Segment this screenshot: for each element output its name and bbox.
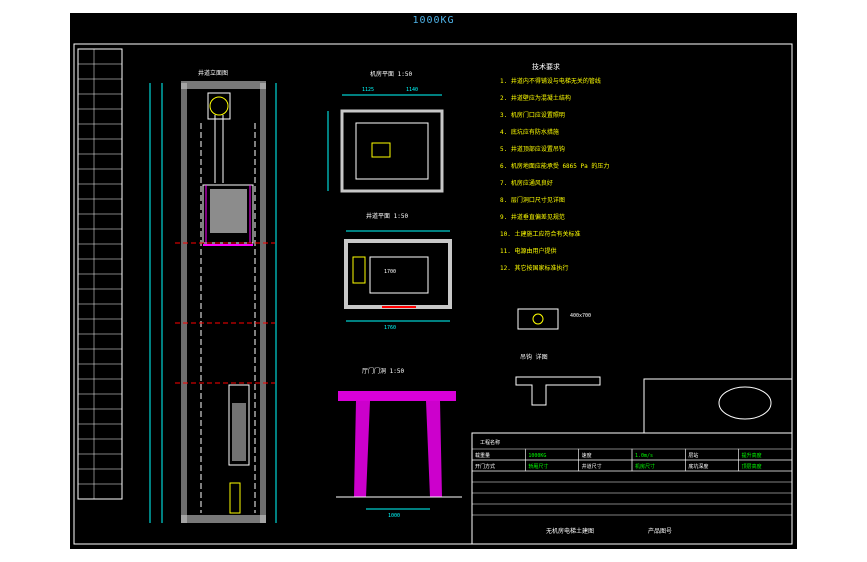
left-schedule bbox=[77, 48, 123, 500]
note-item: 6. 机房地面应能承受 6865 Pa 的压力 bbox=[500, 162, 609, 170]
shaft-left-wall bbox=[181, 83, 187, 523]
title-cell-text: 载重量 bbox=[475, 452, 490, 459]
title-cells: 载重量 1000KG 速度 1.0m/s 层站 提升高度开门方式 轿厢尺寸 井道尺寸 机房尺寸 底… bbox=[471, 448, 793, 516]
hook-profile bbox=[515, 376, 601, 406]
door-jamb-left bbox=[354, 401, 370, 497]
title-block: 工程名称 无机房电梯土建图 产品图号 载重量 1000KG 速度 1.0m/s 层站 提升… bbox=[471, 432, 793, 545]
company-box bbox=[643, 378, 793, 434]
view-label-shaft-plan: 井道平面 1:50 bbox=[366, 212, 408, 220]
view-label-door: 厅门门洞 1:50 bbox=[362, 367, 404, 375]
note-item: 1. 井道内不得铺设与电梯无关的管线 bbox=[500, 77, 601, 85]
machine-room-top bbox=[181, 81, 266, 89]
shaft-cwt bbox=[352, 256, 366, 284]
mr-machine-base bbox=[371, 142, 391, 158]
hook-label: 400x700 bbox=[570, 313, 591, 319]
title-cell-text: 井道尺寸 bbox=[582, 463, 602, 470]
shaft-wall bbox=[344, 239, 452, 309]
hook-ring bbox=[532, 313, 544, 325]
door-opening-view: 厅门门洞 1:50 1000 bbox=[336, 367, 462, 519]
dim-1760: 1760 bbox=[384, 325, 396, 331]
note-item: 9. 井道垂直偏差见规范 bbox=[500, 213, 565, 221]
car-body bbox=[210, 189, 247, 233]
note-item: 2. 井道壁应为混凝土结构 bbox=[500, 94, 571, 102]
note-item: 4. 底坑应有防水措施 bbox=[500, 128, 559, 136]
technical-notes: 技术要求 1. 井道内不得铺设与电梯无关的管线 2. 井道壁应为混凝土结构 3. 机… bbox=[500, 62, 609, 272]
dim-1700: 1700 bbox=[384, 269, 396, 275]
title-cell-text: 提升高度 bbox=[742, 452, 762, 459]
shaft-right-wall bbox=[260, 83, 266, 523]
door-lintel bbox=[338, 391, 456, 401]
title-cell-text: 开门方式 bbox=[475, 463, 495, 470]
title-cell-text: 1000KG bbox=[528, 453, 546, 459]
door-jamb-right bbox=[426, 401, 442, 497]
hook-beam bbox=[517, 308, 559, 330]
hook-detail: 400x700 吊钩 详图 bbox=[515, 308, 601, 406]
view-label-section: 井道立面图 bbox=[198, 69, 228, 77]
title-cell-text: 速度 bbox=[582, 452, 592, 459]
dim-1140: 1140 bbox=[406, 87, 418, 93]
buffer bbox=[229, 482, 241, 514]
shaft-plan: 井道平面 1:50 1760 1700 bbox=[344, 212, 452, 331]
dim-1000: 1000 bbox=[388, 513, 400, 519]
company-logo bbox=[718, 386, 772, 420]
note-item: 11. 电源由用户提供 bbox=[500, 247, 556, 255]
title-cell-text: 1.0m/s bbox=[635, 453, 653, 459]
traction-sheave bbox=[209, 96, 229, 116]
drawing-title-cell: 无机房电梯土建图 bbox=[546, 527, 594, 535]
drawing-code: 产品图号 bbox=[648, 527, 672, 535]
drawing-title: 1000KG bbox=[412, 15, 455, 26]
notes-header: 技术要求 bbox=[532, 62, 560, 71]
project-title: 工程名称 bbox=[480, 439, 500, 446]
title-cell-text: 轿厢尺寸 bbox=[528, 463, 548, 470]
view-label-hook: 吊钩 详图 bbox=[520, 353, 548, 361]
title-cell-text: 顶层高度 bbox=[742, 463, 762, 470]
drawing-svg: 井道立面图 机房平面 1:50 1125 1140 井道平面 1:50 1760… bbox=[73, 43, 793, 545]
company-block bbox=[643, 378, 793, 434]
note-item: 5. 井道顶部应设置吊钩 bbox=[500, 145, 565, 153]
note-item: 3. 机房门口应设置照明 bbox=[500, 111, 565, 119]
title-cell-text: 底坑深度 bbox=[688, 463, 708, 470]
view-label-machine-room: 机房平面 1:50 bbox=[370, 70, 412, 78]
elevation-section: 井道立面图 bbox=[149, 69, 277, 523]
mr-inner bbox=[355, 122, 429, 180]
title-cell-text: 层站 bbox=[688, 452, 698, 459]
shaft-car bbox=[369, 256, 429, 294]
note-item: 10. 土建施工应符合有关标准 bbox=[500, 230, 580, 238]
note-item: 12. 其它按国家标准执行 bbox=[500, 264, 568, 272]
page: 1000KG 井道立面图 机房平面 1:50 1125 1140 井道平面 1:… bbox=[0, 0, 867, 562]
dim-1125: 1125 bbox=[362, 87, 374, 93]
counterweight-blocks bbox=[232, 403, 246, 461]
notes-list: 1. 井道内不得铺设与电梯无关的管线 2. 井道壁应为混凝土结构 3. 机房门口应设… bbox=[500, 77, 609, 272]
pit-bottom bbox=[181, 515, 266, 523]
title-cell-text: 机房尺寸 bbox=[635, 463, 655, 470]
machine-room-plan: 机房平面 1:50 1125 1140 bbox=[327, 70, 444, 193]
note-item: 7. 机房应通风良好 bbox=[500, 179, 553, 187]
cad-drawing-area: 1000KG 井道立面图 机房平面 1:50 1125 1140 井道平面 1:… bbox=[70, 13, 797, 549]
note-item: 8. 层门洞口尺寸见详图 bbox=[500, 196, 565, 204]
